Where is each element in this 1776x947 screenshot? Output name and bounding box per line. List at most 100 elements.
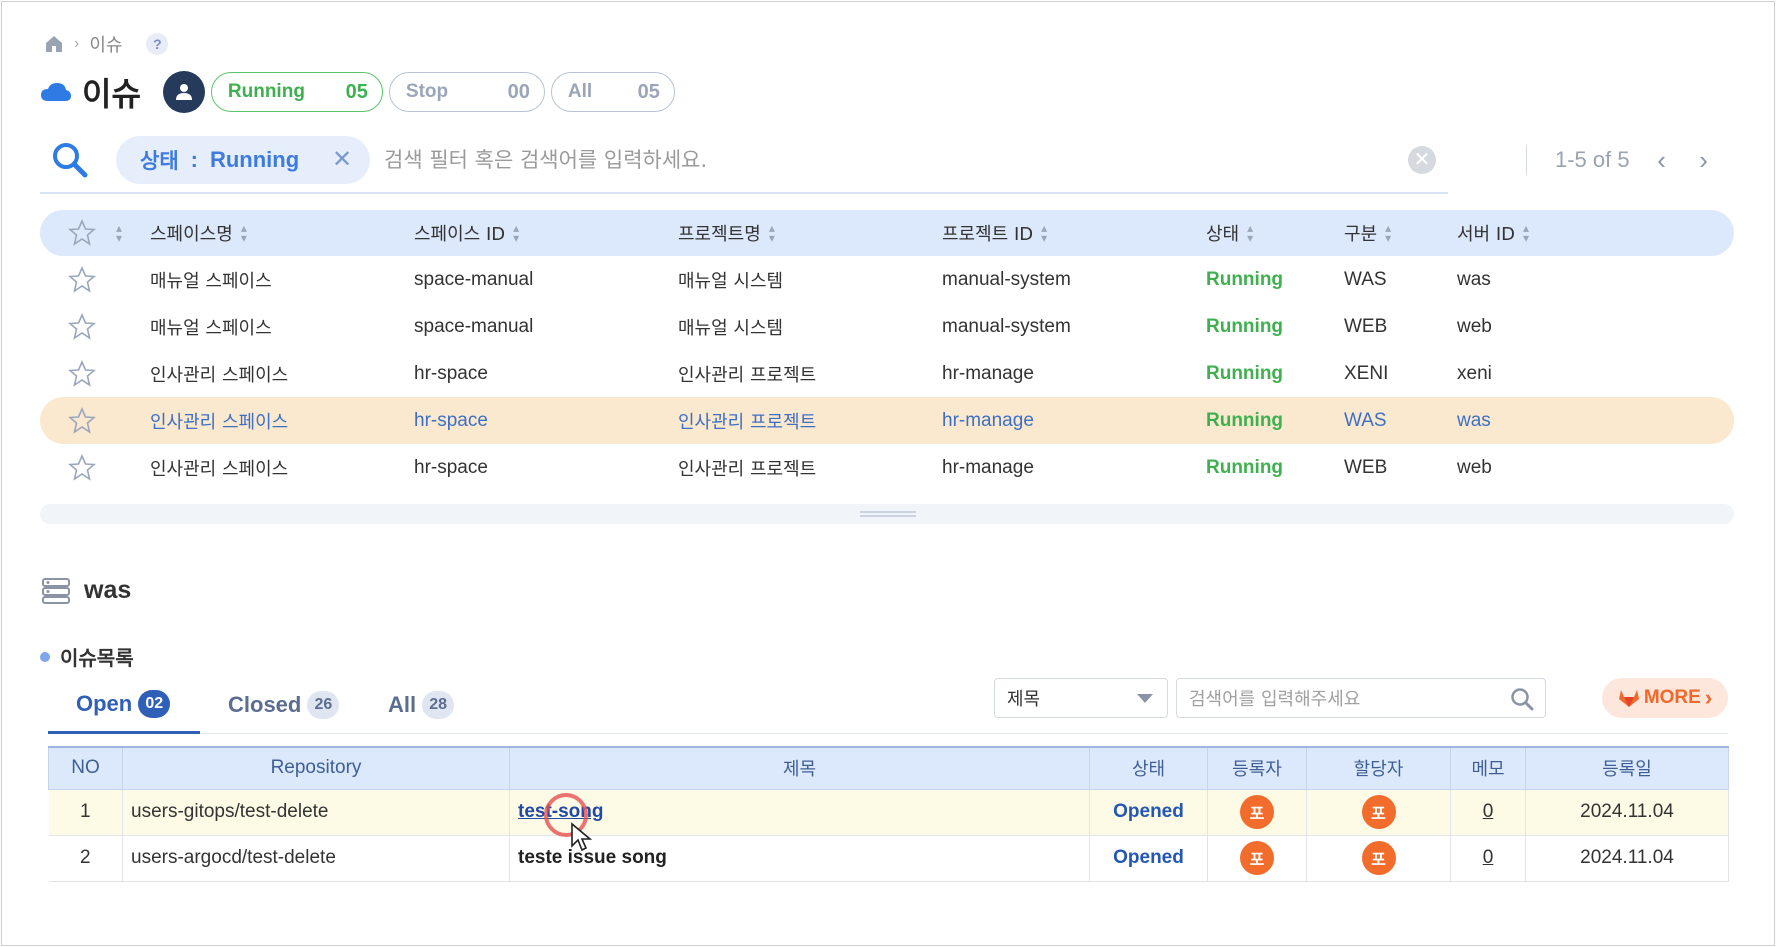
avatar: 포: [1240, 795, 1274, 829]
table-cell: Running: [1206, 362, 1284, 384]
table-row[interactable]: 인사관리 스페이스 hr-space 인사관리 프로젝트 hr-manage Runni…: [40, 444, 1734, 491]
table-cell: hr-space: [414, 362, 488, 384]
search-input[interactable]: [384, 142, 1364, 178]
table-cell: WAS: [1344, 409, 1387, 431]
issue-row[interactable]: 2 users-argocd/test-delete teste issue son…: [48, 835, 1729, 882]
issue-assignee: 포: [1306, 789, 1451, 836]
table-cell: WEB: [1344, 456, 1388, 478]
chevron-right-icon[interactable]: ›: [1694, 145, 1714, 176]
favorite-toggle[interactable]: [40, 453, 150, 482]
tab-all[interactable]: All 28: [360, 676, 484, 734]
memo-link[interactable]: 0: [1483, 801, 1494, 822]
table-cell: 인사관리 스페이스: [150, 411, 289, 433]
issue-no: 1: [48, 789, 123, 836]
pagination: 1-5 of 5 ‹ ›: [1526, 140, 1714, 180]
table-row[interactable]: 매뉴얼 스페이스 space-manual 매뉴얼 시스템 manual-system…: [40, 256, 1734, 303]
close-icon[interactable]: ✕: [330, 148, 354, 172]
cloud-icon: [41, 83, 71, 101]
issue-search-input[interactable]: [1189, 685, 1489, 713]
table-cell: Running: [1206, 268, 1284, 290]
filter-chip[interactable]: 상태 : Running ✕: [116, 136, 370, 184]
column-header[interactable]: 스페이스명 ▴ ▾: [150, 220, 414, 246]
sort-icon[interactable]: ▴ ▾: [241, 222, 247, 244]
tab-label: Open: [76, 690, 133, 716]
pill-count: 05: [345, 80, 368, 103]
pill-label: All: [567, 81, 593, 102]
tab-label: Closed: [228, 692, 302, 717]
table-row[interactable]: 매뉴얼 스페이스 space-manual 매뉴얼 시스템 manual-system…: [40, 303, 1734, 350]
chip-sep: :: [190, 147, 198, 172]
issue-state: Opened: [1089, 835, 1208, 882]
table-cell: XENI: [1344, 362, 1389, 384]
resize-handle[interactable]: [40, 504, 1734, 524]
table-cell: 인사관리 프로젝트: [678, 411, 817, 433]
column-header[interactable]: 구분 ▴ ▾: [1344, 220, 1457, 246]
column-header[interactable]: 스페이스 ID ▴ ▾: [414, 220, 678, 246]
more-button[interactable]: MORE ›: [1602, 678, 1728, 718]
sort-icon[interactable]: ▴ ▾: [1523, 222, 1529, 244]
column-header: 등록일: [1525, 746, 1729, 790]
favorite-toggle[interactable]: [40, 406, 150, 435]
issue-state: Opened: [1089, 789, 1208, 836]
header-star[interactable]: ▴ ▾: [40, 219, 150, 247]
issue-body: 1 users-gitops/test-delete test-song Opened…: [48, 789, 1729, 882]
sort-icon[interactable]: ▴ ▾: [513, 222, 519, 244]
tab-closed[interactable]: Closed 26: [200, 676, 369, 734]
gitlab-icon: [1618, 690, 1639, 707]
table-header: ▴ ▾ 스페이스명 ▴ ▾ 스페이스 ID ▴ ▾ 프로젝트명 ▴ ▾ 프로젝트 ID ▴ ▾ 상…: [40, 210, 1734, 256]
table-cell: web: [1457, 315, 1492, 337]
status-pill-running[interactable]: Running 05: [210, 72, 383, 112]
space-table: ▴ ▾ 스페이스명 ▴ ▾ 스페이스 ID ▴ ▾ 프로젝트명 ▴ ▾ 프로젝트 ID ▴ ▾ 상…: [40, 210, 1734, 491]
sort-icon[interactable]: ▴ ▾: [1041, 222, 1047, 244]
sort-icon[interactable]: ▴ ▾: [1385, 222, 1391, 244]
sort-icon[interactable]: ▴ ▾: [116, 222, 122, 244]
avatar: 포: [1361, 841, 1396, 875]
favorite-toggle[interactable]: [40, 265, 150, 294]
issue-memo: 0: [1450, 835, 1526, 882]
column-header: Repository: [122, 746, 510, 790]
issue-row[interactable]: 1 users-gitops/test-delete test-song Opened…: [48, 789, 1729, 836]
grip-icon: [860, 511, 916, 517]
search-icon[interactable]: [50, 140, 90, 180]
filter-select[interactable]: 제목: [994, 678, 1168, 718]
divider: [1526, 145, 1527, 175]
tab-count: 26: [307, 691, 340, 719]
chip-key: 상태: [140, 149, 179, 173]
table-cell: hr-manage: [942, 456, 1034, 478]
search-icon[interactable]: [1509, 686, 1535, 712]
sort-icon[interactable]: ▴ ▾: [769, 222, 775, 244]
chevron-left-icon[interactable]: ‹: [1652, 145, 1672, 176]
column-header: 할당자: [1306, 746, 1451, 790]
sort-icon[interactable]: ▴ ▾: [1247, 222, 1253, 244]
issue-header-row: NO Repository 제목 상태 등록자 할당자 메모 등록일: [48, 746, 1729, 790]
avatar: 포: [1240, 841, 1274, 875]
table-row[interactable]: 인사관리 스페이스 hr-space 인사관리 프로젝트 hr-manage Runni…: [40, 350, 1734, 397]
home-icon[interactable]: [44, 34, 64, 54]
pill-count: 05: [637, 80, 660, 103]
column-header[interactable]: 프로젝트 ID ▴ ▾: [942, 220, 1206, 246]
issue-repo: users-argocd/test-delete: [122, 835, 510, 882]
column-header[interactable]: 상태 ▴ ▾: [1206, 220, 1344, 246]
pager-range: 1-5 of 5: [1555, 147, 1630, 172]
tab-open[interactable]: Open 02: [48, 676, 200, 734]
table-cell: manual-system: [942, 268, 1071, 290]
column-header[interactable]: 서버 ID ▴ ▾: [1457, 220, 1657, 246]
caret-down-icon: [1137, 694, 1153, 703]
clear-icon[interactable]: ✕: [1408, 146, 1436, 174]
select-value: 제목: [1007, 689, 1041, 710]
table-cell: WEB: [1344, 315, 1388, 337]
status-pill-all[interactable]: All 05: [550, 72, 675, 112]
column-header[interactable]: 프로젝트명 ▴ ▾: [678, 220, 942, 246]
favorite-toggle[interactable]: [40, 312, 150, 341]
table-cell: 매뉴얼 스페이스: [150, 317, 272, 339]
favorite-toggle[interactable]: [40, 359, 150, 388]
pill-count: 00: [507, 80, 530, 103]
status-pill-stop[interactable]: Stop 00: [388, 72, 545, 112]
user-avatar[interactable]: [162, 71, 205, 113]
table-row[interactable]: 인사관리 스페이스 hr-space 인사관리 프로젝트 hr-manage Runni…: [40, 397, 1734, 444]
help-icon[interactable]: ?: [146, 33, 169, 55]
memo-link[interactable]: 0: [1483, 847, 1494, 868]
table-cell: hr-space: [414, 456, 488, 478]
table-cell: hr-manage: [942, 362, 1034, 384]
issue-author: 포: [1207, 789, 1307, 836]
